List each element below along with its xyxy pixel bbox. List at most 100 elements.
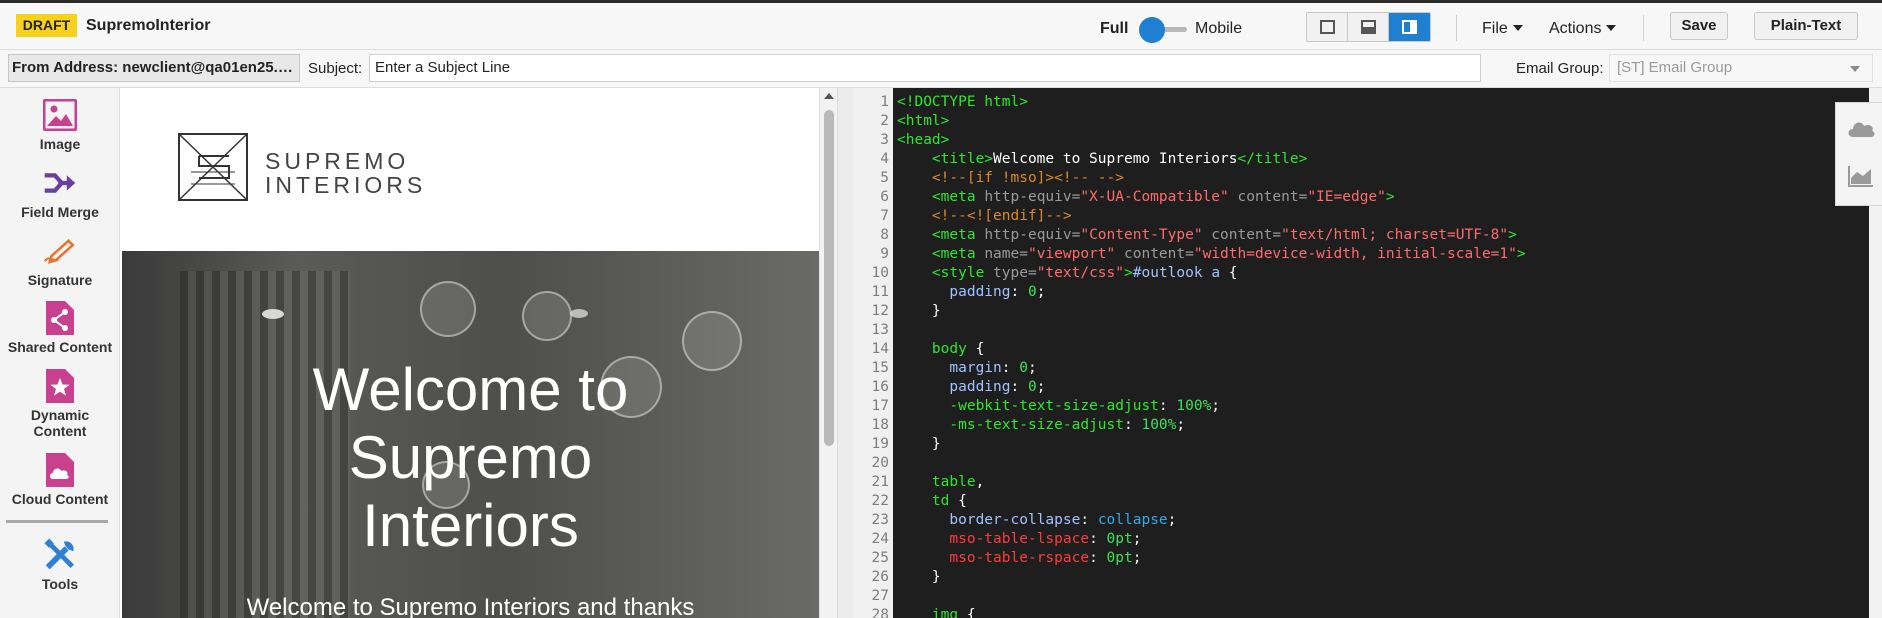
code-line: 18 -ms-text-size-adjust: 100%; [871, 417, 1186, 433]
palette-item-signature[interactable]: Signature [0, 234, 120, 288]
layout-bottom-button[interactable] [1348, 13, 1389, 41]
scroll-up-icon[interactable] [824, 93, 834, 99]
code-line: 12 } [871, 303, 941, 319]
hero-photo-ceiling-light [262, 309, 284, 319]
code-line: 22 td { [871, 493, 967, 509]
email-preview[interactable]: SUPREMO INTERIORS Welcome to Supremo Int… [122, 88, 819, 618]
code-line: 14 body { [871, 341, 985, 357]
code-line: 4 <title>Welcome to Supremo Interiors</t… [880, 151, 1308, 167]
hero-title[interactable]: Welcome to Supremo Interiors [122, 356, 819, 560]
code-line: 25 mso-table-rspace: 0pt; [871, 550, 1142, 566]
chart-icon[interactable] [1846, 163, 1876, 189]
code-line: 19 } [871, 436, 941, 452]
from-address-field[interactable]: From Address: newclient@qa01en25.… [8, 54, 300, 82]
hero-title-line: Welcome to [312, 356, 629, 423]
field-merge-icon [43, 166, 77, 200]
palette-item-label: Tools [41, 576, 79, 592]
subject-row: From Address: newclient@qa01en25.… Subje… [0, 50, 1882, 88]
code-line: 26 } [871, 569, 941, 585]
email-group-value: [ST] Email Group [1617, 59, 1733, 76]
side-panel-tabs [1835, 102, 1882, 206]
palette-item-label: Signature [27, 272, 93, 288]
palette-item-image[interactable]: Image [0, 98, 120, 152]
logo-line: SUPREMO [265, 148, 410, 174]
code-line: 10 <style type="text/css">#outlook a { [871, 265, 1238, 281]
layout-switcher [1306, 12, 1431, 42]
palette-item-tools[interactable]: Tools [0, 538, 120, 592]
file-menu[interactable]: File [1482, 20, 1523, 38]
palette-item-label: Shared Content [7, 339, 113, 355]
palette-item-dynamic-content[interactable]: Dynamic Content [0, 369, 120, 439]
plain-text-button[interactable]: Plain-Text [1754, 12, 1858, 40]
save-button[interactable]: Save [1670, 12, 1728, 40]
subject-input[interactable]: Enter a Subject Line [369, 54, 1481, 82]
hero-subtitle[interactable]: Welcome to Supremo Interiors and thanks [122, 594, 819, 618]
status-badge: DRAFT [16, 14, 77, 37]
image-icon [43, 98, 77, 132]
layout-right-button[interactable] [1389, 13, 1430, 41]
right-pane-icon [1402, 20, 1417, 34]
toggle-knob[interactable] [1139, 17, 1165, 43]
single-pane-icon [1319, 20, 1335, 34]
brand-logo [177, 132, 249, 207]
hero-title-line: Supremo [348, 424, 593, 491]
header-bar: DRAFT SupremoInterior Full Mobile File A… [0, 3, 1882, 50]
logo-line: INTERIORS [265, 172, 427, 198]
palette-item-field-merge[interactable]: Field Merge [0, 166, 120, 220]
palette-item-label: Image [39, 136, 81, 152]
code-line: 15 margin: 0; [871, 360, 1037, 376]
email-group-select[interactable]: [ST] Email Group [1609, 54, 1873, 82]
layout-single-button[interactable] [1307, 13, 1348, 41]
palette-item-label: Dynamic Content [0, 407, 120, 439]
code-line: 6 <meta http-equiv="X-UA-Compatible" con… [880, 189, 1395, 205]
shared-content-icon [43, 301, 77, 335]
code-line: 17 -webkit-text-size-adjust: 100%; [871, 398, 1221, 414]
code-line: 5 <!--[if !mso]><!-- --> [880, 170, 1124, 186]
email-name-title[interactable]: SupremoInterior [86, 17, 210, 35]
cloud-icon[interactable] [1846, 115, 1876, 141]
preview-scrollbar[interactable] [819, 88, 837, 618]
view-full-label[interactable]: Full [1100, 20, 1128, 38]
palette-divider [6, 520, 108, 523]
hero-photo-bulb [420, 281, 476, 337]
code-line: 27 [871, 588, 889, 604]
bottom-pane-icon [1360, 20, 1376, 34]
code-line: 9 <meta name="viewport" content="width=d… [880, 246, 1526, 262]
hero-banner[interactable]: Welcome to Supremo Interiors Welcome to … [122, 251, 819, 618]
code-line: 13 [871, 322, 889, 338]
code-editor[interactable]: 1 <!DOCTYPE html> 2 <html> 3 <head> 4 <titl… [853, 88, 1869, 618]
code-line: 7 <!--<![endif]--> [880, 208, 1072, 224]
chevron-down-icon [1606, 25, 1617, 31]
palette-item-label: Cloud Content [11, 491, 109, 507]
code-line: 24 mso-table-lspace: 0pt; [871, 531, 1142, 547]
dynamic-content-icon [43, 369, 77, 403]
palette-item-cloud-content[interactable]: Cloud Content [0, 453, 120, 507]
hero-photo-bulb [522, 291, 572, 341]
signature-icon [43, 234, 77, 268]
file-menu-label: File [1482, 20, 1508, 37]
label-line: Dynamic [30, 407, 90, 423]
tools-icon [43, 538, 77, 572]
actions-menu[interactable]: Actions [1549, 20, 1617, 38]
view-toggle[interactable] [1139, 16, 1187, 44]
scroll-thumb[interactable] [824, 110, 834, 446]
divider [1643, 15, 1644, 41]
cloud-content-icon [43, 453, 77, 487]
palette-item-label: Field Merge [21, 204, 99, 220]
actions-menu-label: Actions [1549, 20, 1602, 37]
code-line: 1 <!DOCTYPE html> [880, 94, 1028, 110]
code-line: 23 border-collapse: collapse; [871, 512, 1177, 528]
hero-photo-ceiling-light [570, 309, 588, 318]
code-line: 28 img { [871, 607, 976, 618]
label-line: Content [33, 423, 87, 439]
view-mobile-label[interactable]: Mobile [1195, 20, 1242, 38]
code-line: 2 <html> [880, 113, 950, 129]
code-line: 21 table, [871, 474, 985, 490]
logo-wordmark: SUPREMO INTERIORS [265, 149, 426, 197]
divider [1456, 15, 1457, 41]
code-line: 3 <head> [880, 132, 950, 148]
subject-label: Subject: [308, 60, 363, 77]
chevron-down-icon [1850, 66, 1860, 72]
palette-item-shared-content[interactable]: Shared Content [0, 301, 120, 355]
code-line: 8 <meta http-equiv="Content-Type" conten… [880, 227, 1517, 243]
